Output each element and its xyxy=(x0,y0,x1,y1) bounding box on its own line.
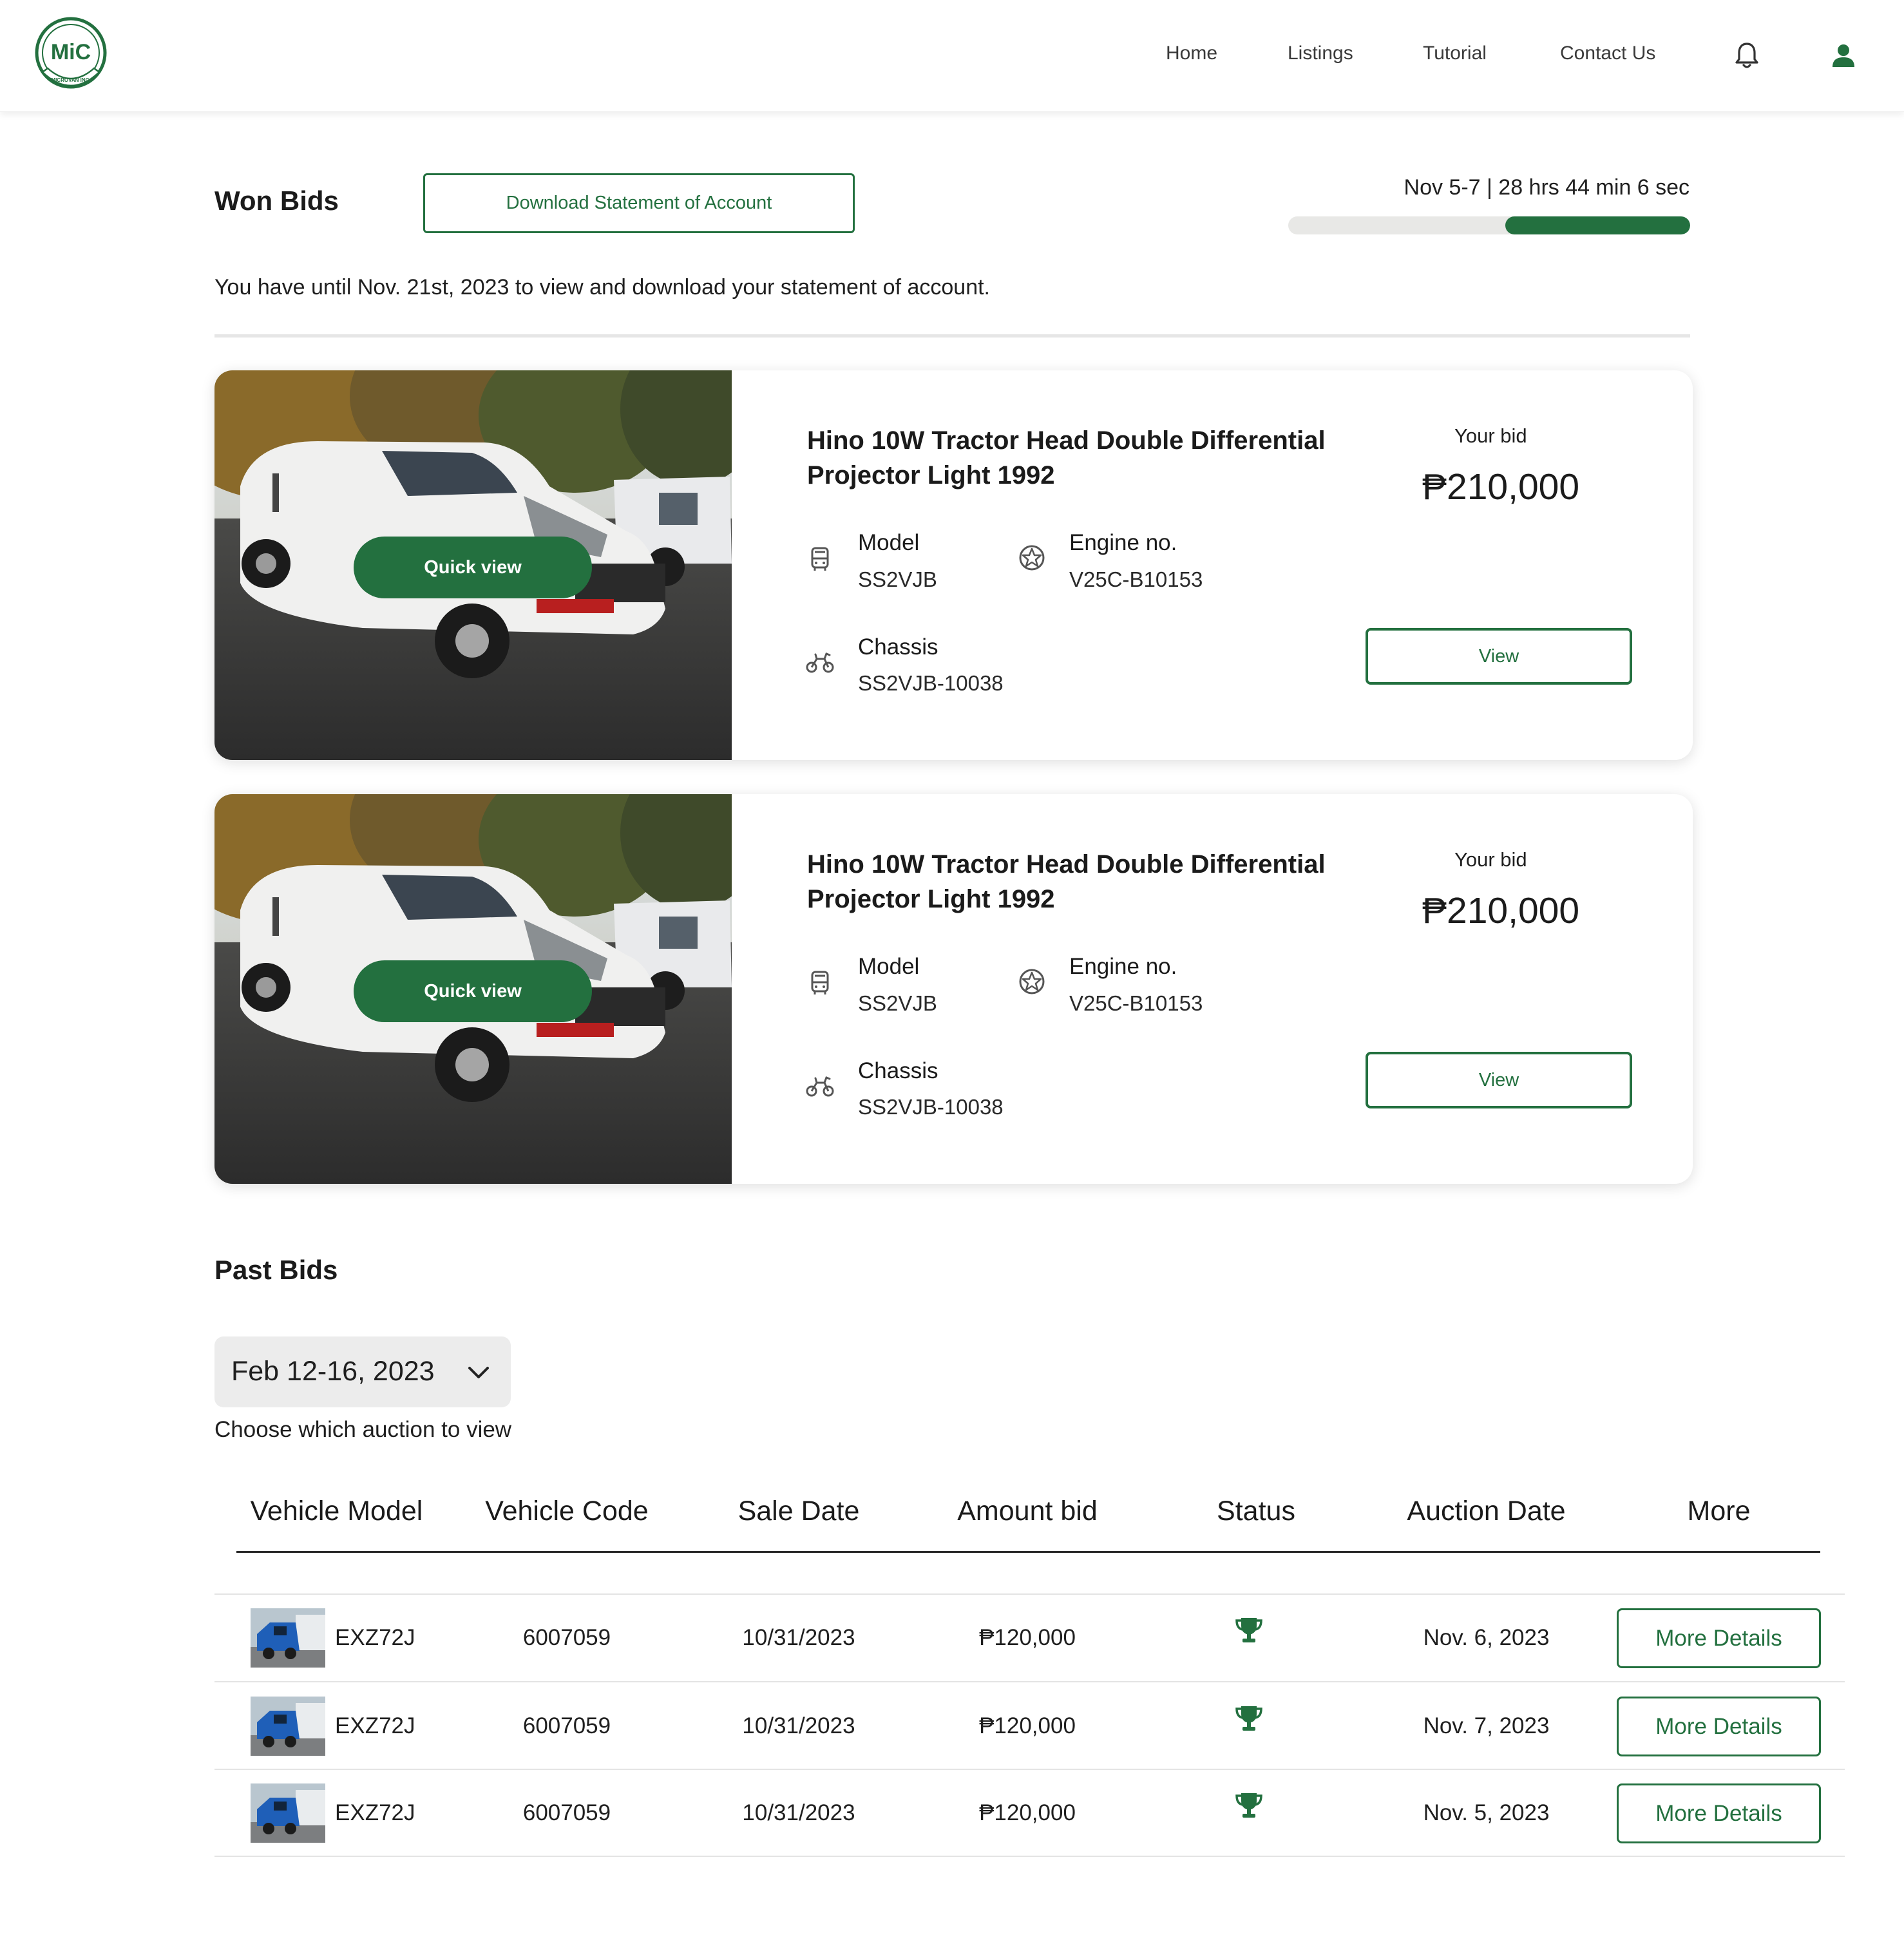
auction-select[interactable]: Feb 12-16, 2023 xyxy=(214,1336,511,1407)
sale-date-cell: 10/31/2023 xyxy=(742,1713,855,1738)
engine-icon xyxy=(1019,969,1045,994)
past-bids-title: Past Bids xyxy=(214,1255,338,1285)
amount-bid-cell: ₱120,000 xyxy=(979,1713,1076,1738)
model-value: SS2VJB xyxy=(858,567,937,591)
column-header-auction-date: Auction Date xyxy=(1407,1496,1566,1526)
row-divider xyxy=(214,1769,1845,1770)
nav-home[interactable]: Home xyxy=(1166,43,1217,64)
amount-bid-cell: ₱120,000 xyxy=(979,1800,1076,1825)
chassis-icon xyxy=(806,1076,834,1097)
amount-bid-cell: ₱120,000 xyxy=(979,1625,1076,1650)
chassis-label: Chassis xyxy=(858,1058,938,1083)
row-divider xyxy=(214,1681,1845,1682)
vehicle-title: Hino 10W Tractor Head Double Differentia… xyxy=(807,426,1326,490)
chassis-icon xyxy=(806,652,834,673)
view-button[interactable]: View xyxy=(1366,628,1632,685)
table-header-divider xyxy=(236,1551,1820,1553)
quick-view-button[interactable]: Quick view xyxy=(354,537,592,598)
your-bid-label: Your bid xyxy=(1454,424,1527,447)
your-bid-amount: ₱210,000 xyxy=(1422,890,1580,931)
model-label: Model xyxy=(858,954,920,979)
view-button[interactable]: View xyxy=(1366,1052,1632,1108)
chassis-label: Chassis xyxy=(858,634,938,660)
vehicle-code-cell: 6007059 xyxy=(522,1800,611,1825)
statement-deadline-notice: You have until Nov. 21st, 2023 to view a… xyxy=(214,275,990,300)
bell-icon[interactable] xyxy=(1731,40,1762,71)
nav-tutorial[interactable]: Tutorial xyxy=(1423,43,1487,64)
logo-text: MiC xyxy=(51,40,91,64)
engine-value: V25C-B10153 xyxy=(1069,567,1203,591)
truck-thumbnail xyxy=(251,1608,325,1668)
truck-thumbnail xyxy=(251,1697,325,1756)
chevron-down-icon xyxy=(468,1367,489,1378)
bus-icon xyxy=(811,971,829,994)
trophy-icon xyxy=(1235,1706,1262,1731)
column-header-vehicle-code: Vehicle Code xyxy=(485,1496,649,1526)
engine-label: Engine no. xyxy=(1069,954,1177,979)
row-divider xyxy=(214,1856,1845,1857)
vehicle-model-cell: EXZ72J xyxy=(335,1625,415,1650)
sale-date-cell: 10/31/2023 xyxy=(742,1800,855,1825)
engine-value: V25C-B10153 xyxy=(1069,991,1203,1015)
model-label: Model xyxy=(858,530,920,555)
vehicle-model-cell: EXZ72J xyxy=(335,1713,415,1738)
column-header-amount-bid: Amount bid xyxy=(957,1496,1098,1526)
auction-date-cell: Nov. 5, 2023 xyxy=(1423,1800,1550,1825)
trophy-icon xyxy=(1235,1793,1262,1818)
engine-icon xyxy=(1019,545,1045,571)
vehicle-model-cell: EXZ72J xyxy=(335,1800,415,1825)
nav-contact-us[interactable]: Contact Us xyxy=(1560,43,1655,64)
auction-select-value: Feb 12-16, 2023 xyxy=(231,1356,435,1387)
column-header-vehicle-model: Vehicle Model xyxy=(250,1496,423,1526)
top-navbar: MiC MICROVAN INC. Home Listings Tutorial… xyxy=(0,0,1904,112)
vehicle-code-cell: 6007059 xyxy=(522,1625,611,1650)
won-bid-card: Quick view Hino 10W Tractor Head Double … xyxy=(214,794,1693,1184)
vehicle-photo[interactable]: Quick view xyxy=(214,794,732,1184)
countdown-progress-bar xyxy=(1288,216,1690,234)
more-details-button[interactable]: More Details xyxy=(1617,1608,1821,1668)
quick-view-button[interactable]: Quick view xyxy=(354,960,592,1022)
more-details-button[interactable]: More Details xyxy=(1617,1697,1821,1756)
chassis-value: SS2VJB-10038 xyxy=(858,671,1004,695)
more-details-button[interactable]: More Details xyxy=(1617,1783,1821,1843)
sale-date-cell: 10/31/2023 xyxy=(742,1625,855,1650)
nav-listings[interactable]: Listings xyxy=(1288,43,1353,64)
column-header-more: More xyxy=(1687,1496,1751,1526)
won-bids-title: Won Bids xyxy=(214,185,339,216)
logo-subtext: MICROVAN INC. xyxy=(51,77,90,83)
vehicle-photo[interactable]: Quick view xyxy=(214,370,732,760)
truck-thumbnail xyxy=(251,1783,325,1843)
model-value: SS2VJB xyxy=(858,991,937,1015)
auction-date-cell: Nov. 6, 2023 xyxy=(1423,1625,1550,1650)
auction-countdown: Nov 5-7 | 28 hrs 44 min 6 sec xyxy=(1404,175,1690,200)
user-icon[interactable] xyxy=(1828,40,1859,71)
won-bid-card: Quick view Hino 10W Tractor Head Double … xyxy=(214,370,1693,760)
microvan-logo[interactable]: MiC MICROVAN INC. xyxy=(33,17,108,95)
vehicle-code-cell: 6007059 xyxy=(522,1713,611,1738)
auction-select-help: Choose which auction to view xyxy=(214,1417,512,1442)
your-bid-label: Your bid xyxy=(1454,848,1527,871)
engine-label: Engine no. xyxy=(1069,530,1177,555)
chassis-value: SS2VJB-10038 xyxy=(858,1095,1004,1119)
column-header-sale-date: Sale Date xyxy=(738,1496,860,1526)
download-statement-button[interactable]: Download Statement of Account xyxy=(423,173,855,233)
section-divider xyxy=(214,334,1690,338)
column-header-status: Status xyxy=(1217,1496,1295,1526)
row-divider xyxy=(214,1593,1845,1595)
countdown-progress-fill xyxy=(1505,216,1690,234)
vehicle-title: Hino 10W Tractor Head Double Differentia… xyxy=(807,850,1326,913)
bus-icon xyxy=(811,547,829,571)
your-bid-amount: ₱210,000 xyxy=(1422,466,1580,508)
trophy-icon xyxy=(1235,1618,1262,1642)
auction-date-cell: Nov. 7, 2023 xyxy=(1423,1713,1550,1738)
